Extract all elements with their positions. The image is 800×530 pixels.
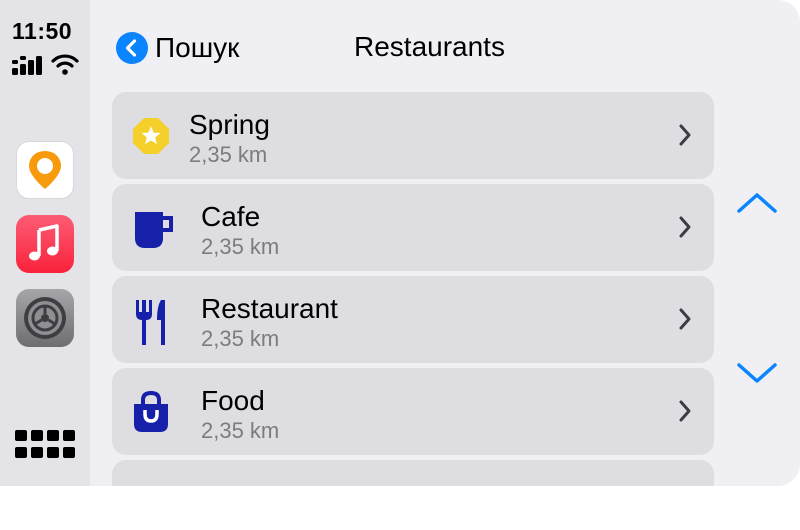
- star-badge-icon: [133, 118, 169, 154]
- item-distance: 2,35 km: [189, 142, 268, 167]
- list-item[interactable]: Cafe 2,35 km: [112, 184, 714, 271]
- item-distance: 2,35 km: [201, 326, 280, 351]
- sidebar: 11:50: [0, 0, 90, 486]
- music-note-icon: [29, 224, 59, 261]
- item-name: Food: [201, 385, 265, 416]
- maps-app-button[interactable]: [16, 141, 74, 199]
- list-item[interactable]: Spring 2,35 km: [112, 92, 714, 179]
- list-item[interactable]: Restaurant 2,35 km: [112, 276, 714, 363]
- scroll-down-button[interactable]: [734, 358, 780, 388]
- status-time: 11:50: [12, 18, 73, 44]
- list-item[interactable]: [112, 460, 714, 486]
- wifi-icon: [51, 54, 79, 75]
- gear-icon: [24, 297, 66, 339]
- item-distance: 2,35 km: [201, 234, 280, 259]
- cellular-signal-icon: [12, 56, 42, 75]
- fork-knife-icon: [136, 300, 165, 345]
- map-pin-icon: [29, 151, 61, 189]
- shopping-bag-icon: [134, 390, 168, 432]
- item-name: Spring: [189, 109, 270, 140]
- cup-icon: [135, 212, 173, 248]
- music-app-button[interactable]: [16, 215, 74, 273]
- chevron-right-icon: [679, 308, 691, 330]
- page-title: Restaurants: [354, 31, 505, 62]
- carplay-screen: 11:50 Пошук Restaurants Spring 2,35 km C…: [0, 0, 800, 486]
- back-button[interactable]: Пошук: [116, 31, 239, 65]
- back-label: Пошук: [155, 32, 240, 63]
- chevron-right-icon: [679, 124, 691, 146]
- item-distance: 2,35 km: [201, 418, 280, 443]
- settings-app-button[interactable]: [16, 289, 74, 347]
- results-list: Spring 2,35 km Cafe 2,35 km Restaurant 2…: [112, 92, 714, 486]
- item-name: Restaurant: [201, 293, 338, 324]
- chevron-right-icon: [679, 216, 691, 238]
- back-chevron-icon: [116, 32, 148, 64]
- scroll-up-button[interactable]: [734, 188, 780, 218]
- app-grid-icon[interactable]: [15, 430, 75, 460]
- chevron-right-icon: [679, 400, 691, 422]
- item-name: Cafe: [201, 201, 261, 232]
- list-item[interactable]: Food 2,35 km: [112, 368, 714, 455]
